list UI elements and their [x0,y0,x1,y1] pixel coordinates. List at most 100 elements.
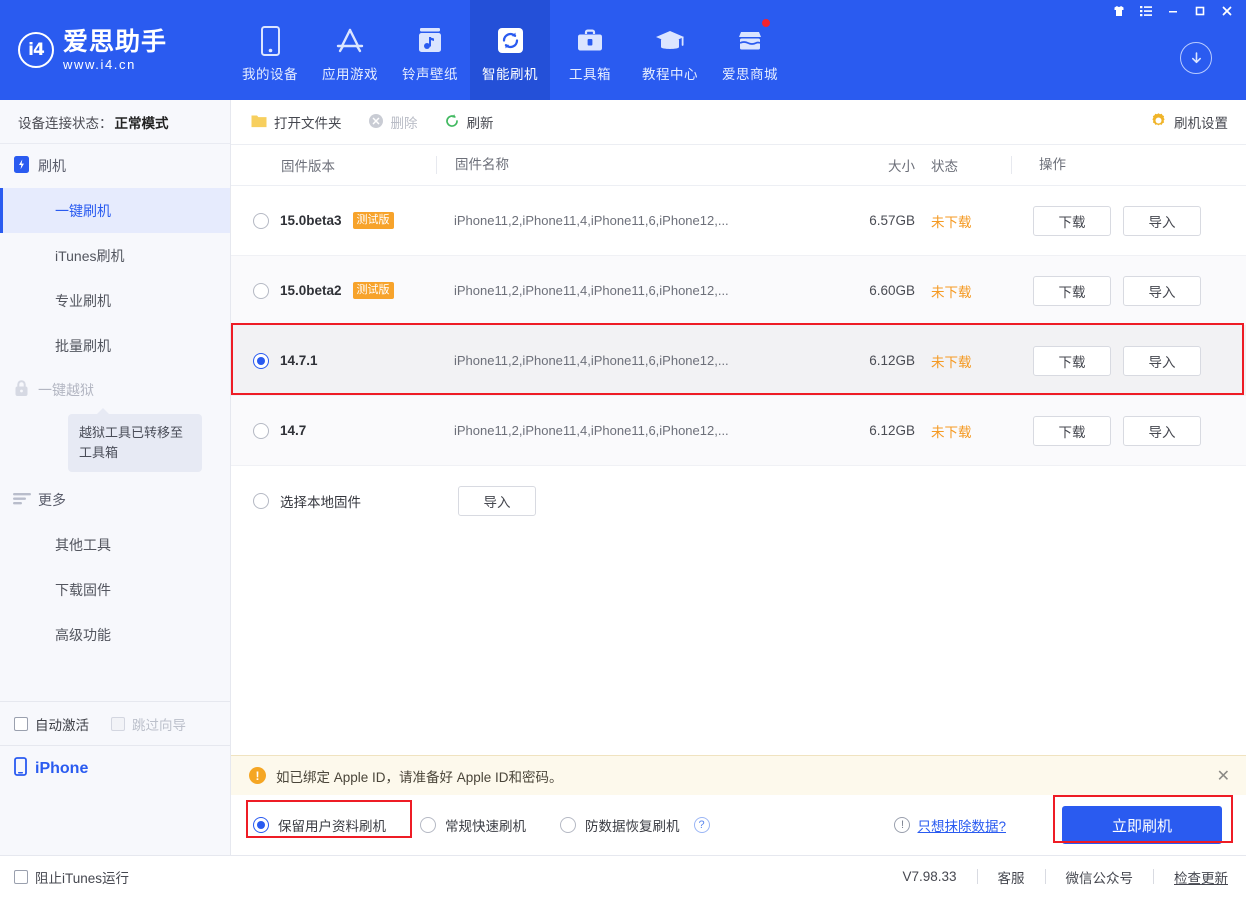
auto-activate-checkbox[interactable]: 自动激活 [14,714,89,734]
app-header: i4 爱思助手 www.i4.cn 我的设备 应用游戏 铃声壁纸 智能刷机 工具… [0,0,1246,100]
column-header-state: 状态 [931,159,958,174]
firmware-radio[interactable] [253,212,269,229]
nav-item-tutorial-center[interactable]: 教程中心 [630,0,710,100]
open-folder-button[interactable]: 打开文件夹 [251,112,342,132]
nav-label: 爱思商城 [722,66,778,82]
download-button[interactable]: 下载 [1033,345,1111,376]
flash-settings-button[interactable]: 刷机设置 [1150,112,1228,132]
option-normal-fast-flash[interactable]: 常规快速刷机 [420,815,526,835]
sidebar-item-advanced[interactable]: 高级功能 [0,612,230,657]
table-row[interactable]: 15.0beta3 测试版 iPhone11,2,iPhone11,4,iPho… [231,186,1246,256]
connection-status: 设备连接状态： 正常模式 [0,100,230,144]
refresh-icon [444,113,460,132]
sidebar-item-download-firmware[interactable]: 下载固件 [0,567,230,612]
nav-label: 工具箱 [569,66,611,82]
firmware-radio[interactable] [253,493,269,509]
start-flash-button[interactable]: 立即刷机 [1062,806,1222,844]
option-anti-recovery-flash[interactable]: 防数据恢复刷机 ? [560,815,710,835]
sidebar-item-one-key-flash[interactable]: 一键刷机 [0,188,230,233]
shirt-icon[interactable] [1105,0,1132,22]
firmware-state: 未下载 [931,424,972,440]
mode-radio[interactable] [253,817,269,833]
firmware-radio[interactable] [253,282,269,299]
table-row-selected[interactable]: 14.7.1 iPhone11,2,iPhone11,4,iPhone11,6,… [231,326,1246,396]
refresh-icon [497,24,524,58]
sidebar-nav: 刷机 一键刷机 iTunes刷机 专业刷机 批量刷机 一键越狱 越狱工具已转移至… [0,144,230,701]
store-notification-badge [761,18,771,28]
sidebar-item-other-tools[interactable]: 其他工具 [0,522,230,567]
delete-button: 删除 [368,112,418,132]
table-row[interactable]: 14.7 iPhone11,2,iPhone11,4,iPhone11,6,iP… [231,396,1246,466]
download-arrow-icon[interactable] [1180,42,1212,74]
nav-item-toolbox[interactable]: 工具箱 [550,0,630,100]
sidebar-item-label: 高级功能 [55,626,111,643]
app-logo[interactable]: i4 爱思助手 www.i4.cn [0,0,230,100]
wechat-official-link[interactable]: 微信公众号 [1066,867,1134,887]
firmware-state: 未下载 [931,284,972,300]
apple-id-notice: ! 如已绑定 Apple ID，请准备好 Apple ID和密码。 ✕ [231,755,1246,795]
table-row[interactable]: 15.0beta2 测试版 iPhone11,2,iPhone11,4,iPho… [231,256,1246,326]
firmware-version: 15.0beta2 [280,283,342,298]
table-row-local-firmware[interactable]: 选择本地固件 导入 [231,466,1246,536]
appstore-icon [335,24,365,58]
firmware-version: 14.7.1 [280,353,318,368]
erase-data-link[interactable]: ! 只想抹除数据? [894,815,1006,835]
download-button[interactable]: 下载 [1033,275,1111,306]
column-header-name: 固件名称 [436,156,829,174]
firmware-state: 未下载 [931,214,972,230]
connected-device[interactable]: iPhone [0,745,230,791]
close-icon[interactable]: ✕ [1217,766,1230,786]
sidebar-item-label: 一键刷机 [55,202,111,219]
option-label: 常规快速刷机 [445,819,526,834]
check-update-link[interactable]: 检查更新 [1174,867,1228,887]
help-icon[interactable]: ? [693,817,710,833]
firmware-radio[interactable] [253,422,269,439]
close-icon[interactable] [1213,0,1240,22]
nav-item-smart-flash[interactable]: 智能刷机 [470,0,550,100]
status-bar-right: V7.98.33 客服 微信公众号 检查更新 [902,867,1228,887]
sidebar: 设备连接状态： 正常模式 刷机 一键刷机 iTunes刷机 专业刷机 批量刷机 … [0,100,231,855]
customer-service-link[interactable]: 客服 [998,867,1025,887]
import-button[interactable]: 导入 [1123,415,1201,446]
nav-item-ringtone-wallpaper[interactable]: 铃声壁纸 [390,0,470,100]
mode-radio[interactable] [420,817,436,833]
sidebar-item-label: 其他工具 [55,536,111,553]
mode-radio[interactable] [560,817,576,833]
app-window: i4 爱思助手 www.i4.cn 我的设备 应用游戏 铃声壁纸 智能刷机 工具… [0,0,1246,897]
music-icon [417,24,443,58]
sidebar-item-pro-flash[interactable]: 专业刷机 [0,278,230,323]
toolbar-label: 打开文件夹 [274,116,342,131]
checkbox-label: 自动激活 [35,717,89,733]
flash-phone-icon [13,155,30,177]
delete-circle-icon [368,113,384,132]
logo-url: www.i4.cn [63,56,136,72]
list-icon[interactable] [1132,0,1159,22]
column-header-version: 固件版本 [281,159,335,174]
sidebar-item-batch-flash[interactable]: 批量刷机 [0,323,230,368]
nav-item-my-device[interactable]: 我的设备 [230,0,310,100]
option-keep-user-data[interactable]: 保留用户资料刷机 [253,815,386,835]
block-itunes-checkbox[interactable]: 阻止iTunes运行 [14,867,129,887]
firmware-version: 14.7 [280,423,307,438]
sidebar-item-itunes-flash[interactable]: iTunes刷机 [0,233,230,278]
nav-item-store[interactable]: 爱思商城 [710,0,790,100]
jailbreak-tooltip: 越狱工具已转移至工具箱 [68,407,202,473]
main-content: 打开文件夹 删除 刷新 刷机设置 固件版本 固件名称 大小 状态 操作 15.0… [231,100,1246,855]
firmware-size: 6.60GB [869,283,915,298]
column-header-size: 大小 [888,159,915,174]
checkbox-box [14,716,28,731]
maximize-icon[interactable] [1186,0,1213,22]
firmware-radio[interactable] [253,352,269,369]
refresh-button[interactable]: 刷新 [444,112,494,132]
store-icon [736,24,764,58]
import-button[interactable]: 导入 [458,486,536,516]
import-button[interactable]: 导入 [1123,205,1201,236]
minimize-icon[interactable] [1159,0,1186,22]
download-button[interactable]: 下载 [1033,415,1111,446]
import-button[interactable]: 导入 [1123,345,1201,376]
device-name: iPhone [35,759,89,777]
download-button[interactable]: 下载 [1033,205,1111,236]
beta-badge: 测试版 [352,212,394,229]
nav-item-apps-games[interactable]: 应用游戏 [310,0,390,100]
import-button[interactable]: 导入 [1123,275,1201,306]
